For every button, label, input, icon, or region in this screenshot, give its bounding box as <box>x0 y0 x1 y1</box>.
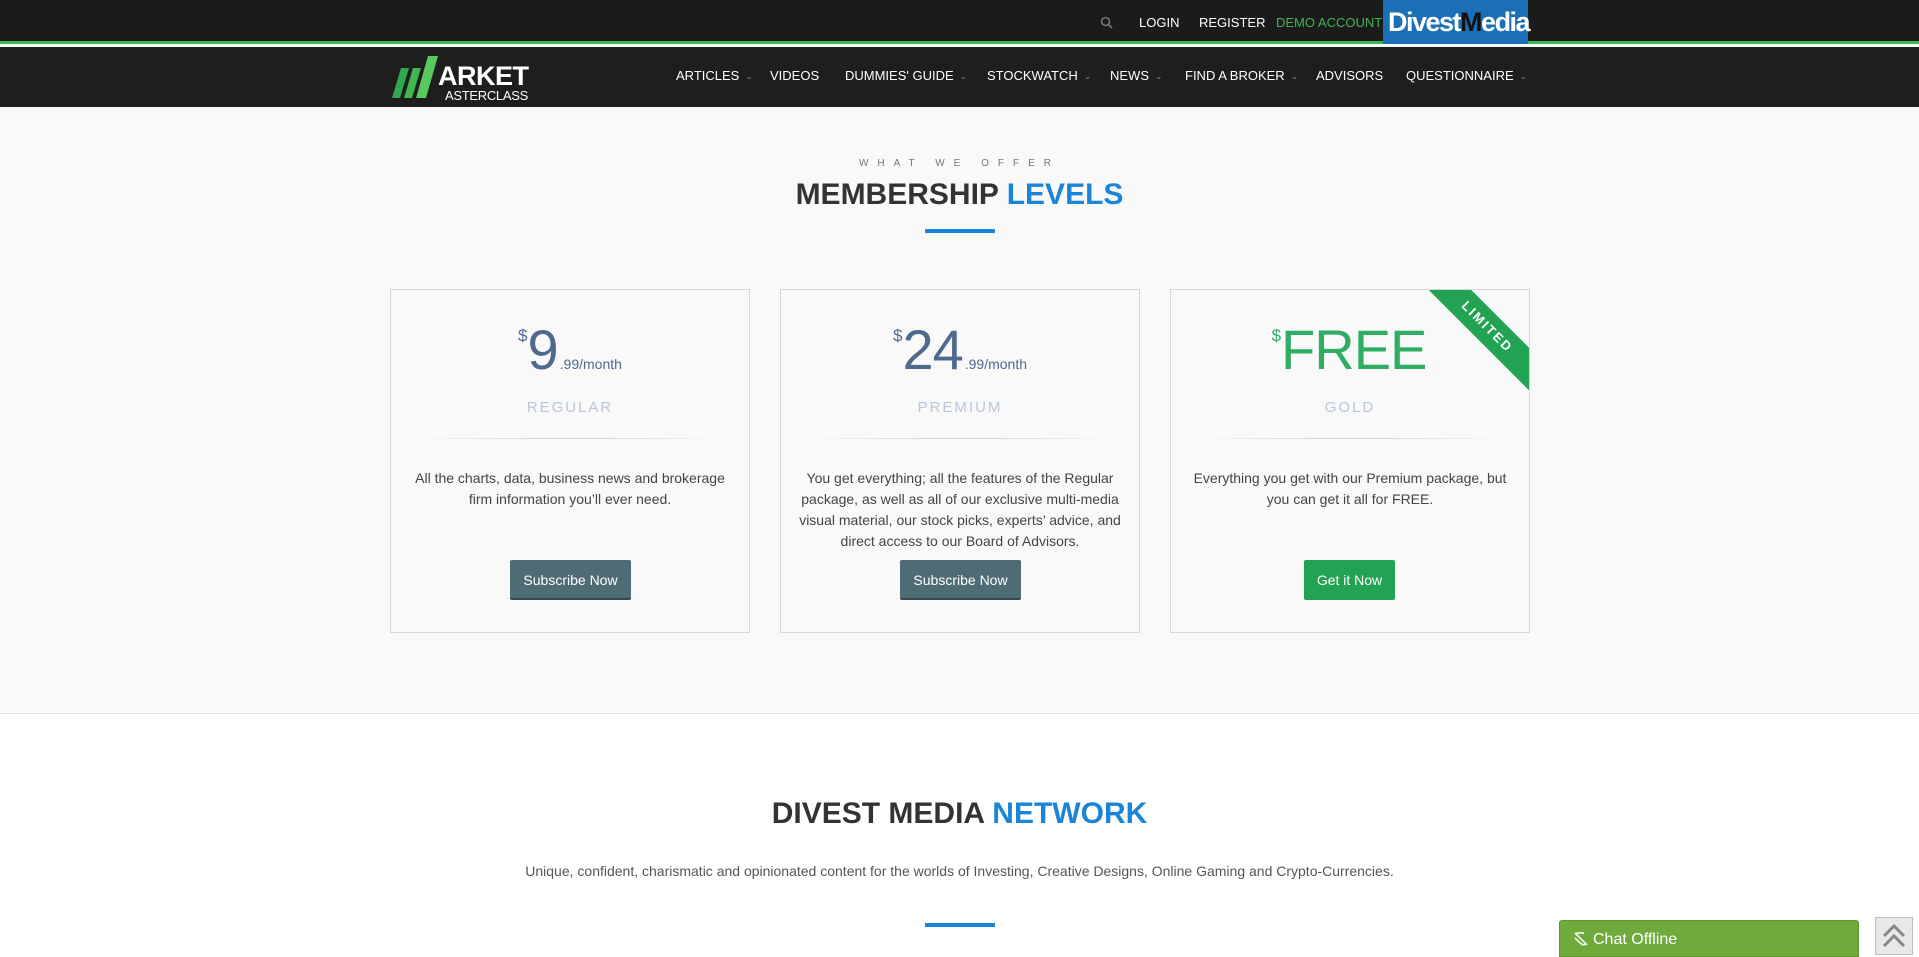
title-underline <box>925 229 995 233</box>
price-amount: 24 <box>902 318 963 381</box>
network-subtext: Unique, confident, charismatic and opini… <box>525 863 1394 879</box>
nav-stockwatch[interactable]: STOCKWATCH ⌄ <box>987 68 1091 83</box>
price-period: .99/month <box>964 356 1028 372</box>
plan-card-gold: LIMITED $FREE GOLD Everything you get wi… <box>1170 289 1530 633</box>
brand-text-edia: edia <box>1481 7 1531 37</box>
brand-text-m: M <box>1460 7 1483 37</box>
plan-price: $24.99/month <box>781 320 1139 380</box>
login-link[interactable]: LOGIN <box>1139 15 1179 30</box>
top-utility-bar: LOGIN REGISTER DEMO ACCOUNT DivestMedia <box>0 0 1919 44</box>
nav-advisors[interactable]: ADVISORS <box>1316 68 1383 83</box>
plan-description: All the charts, data, business news and … <box>415 470 725 507</box>
membership-title-main: MEMBERSHIP <box>795 178 1007 211</box>
chevron-down-icon: ⌄ <box>1155 71 1163 81</box>
get-it-now-button[interactable]: Get it Now <box>1304 560 1395 600</box>
card-divider <box>1191 438 1509 439</box>
membership-title: MEMBERSHIP LEVELS <box>0 178 1919 212</box>
brand-text-divest: Divest <box>1388 7 1462 37</box>
divestmedia-brand-logo[interactable]: DivestMedia <box>1383 0 1531 44</box>
back-to-top-button[interactable] <box>1875 917 1913 955</box>
network-title-accent: NETWORK <box>992 797 1148 830</box>
nav-news[interactable]: NEWS ⌄ <box>1110 68 1163 83</box>
subscribe-regular-button[interactable]: Subscribe Now <box>510 560 631 600</box>
nav-videos[interactable]: VIDEOS <box>770 68 819 83</box>
demo-account-link[interactable]: DEMO ACCOUNT <box>1276 15 1382 30</box>
register-link[interactable]: REGISTER <box>1199 15 1265 30</box>
nav-questionnaire-label: QUESTIONNAIRE <box>1406 68 1514 83</box>
price-currency: $ <box>518 326 528 345</box>
network-title: DIVEST MEDIA NETWORK <box>0 797 1919 831</box>
price-amount: FREE <box>1281 318 1427 381</box>
chevron-down-icon: ⌄ <box>1519 71 1528 81</box>
section-eyebrow: WHAT WE OFFER <box>858 158 1061 169</box>
nav-articles[interactable]: ARTICLES ⌄ <box>676 68 753 83</box>
chevron-down-icon: ⌄ <box>1083 71 1092 81</box>
price-amount: 9 <box>527 318 559 381</box>
price-currency: $ <box>892 326 903 345</box>
chat-label: Chat Offline <box>1593 931 1678 948</box>
chevron-down-icon: ⌄ <box>959 71 968 81</box>
card-divider <box>801 438 1119 439</box>
plan-price: $FREE <box>1171 320 1529 380</box>
title-underline <box>925 923 995 927</box>
nav-dummies-guide[interactable]: DUMMIES' GUIDE ⌄ <box>845 68 967 83</box>
nav-find-a-broker[interactable]: FIND A BROKER ⌄ <box>1185 68 1298 83</box>
plan-level-name: REGULAR <box>526 399 614 416</box>
nav-stockwatch-label: STOCKWATCH <box>987 68 1078 83</box>
main-navbar: ARKET ASTERCLASS ARTICLES ⌄ VIDEOS DUMMIE… <box>0 47 1919 107</box>
price-currency: $ <box>1271 326 1282 345</box>
nav-dummies-label: DUMMIES' GUIDE <box>845 68 954 83</box>
search-icon[interactable] <box>1100 16 1113 29</box>
nav-advisors-label: ADVISORS <box>1316 68 1384 83</box>
chevron-down-icon: ⌄ <box>1290 71 1299 81</box>
nav-videos-label: VIDEOS <box>770 68 820 83</box>
plan-description: You get everything; all the features of … <box>799 470 1121 549</box>
membership-title-accent: LEVELS <box>1006 178 1124 211</box>
plan-description: Everything you get with our Premium pack… <box>1193 470 1507 507</box>
chevron-down-icon: ⌄ <box>745 71 753 81</box>
plan-card-regular: $9.99/month REGULAR All the charts, data… <box>390 289 750 633</box>
market-masterclass-logo[interactable]: ARKET ASTERCLASS <box>392 52 532 104</box>
plan-card-premium: $24.99/month PREMIUM You get everything;… <box>780 289 1140 633</box>
nav-broker-label: FIND A BROKER <box>1185 68 1285 83</box>
network-title-main: DIVEST MEDIA <box>771 797 993 830</box>
card-divider <box>411 438 729 439</box>
subscribe-premium-button[interactable]: Subscribe Now <box>900 560 1021 600</box>
plan-price: $9.99/month <box>391 320 749 380</box>
plan-level-name: PREMIUM <box>917 399 1003 416</box>
chat-widget[interactable]: Chat Offline <box>1559 920 1859 957</box>
logo-text-masterclass: ASTERCLASS <box>445 88 528 103</box>
plan-level-name: GOLD <box>1324 399 1376 416</box>
nav-questionnaire[interactable]: QUESTIONNAIRE ⌄ <box>1406 68 1527 83</box>
double-chevron-up-icon <box>1882 923 1906 948</box>
nav-articles-label: ARTICLES <box>676 68 740 83</box>
chat-offline-icon <box>1574 932 1588 946</box>
nav-news-label: NEWS <box>1110 68 1149 83</box>
price-period: .99/month <box>559 356 622 372</box>
